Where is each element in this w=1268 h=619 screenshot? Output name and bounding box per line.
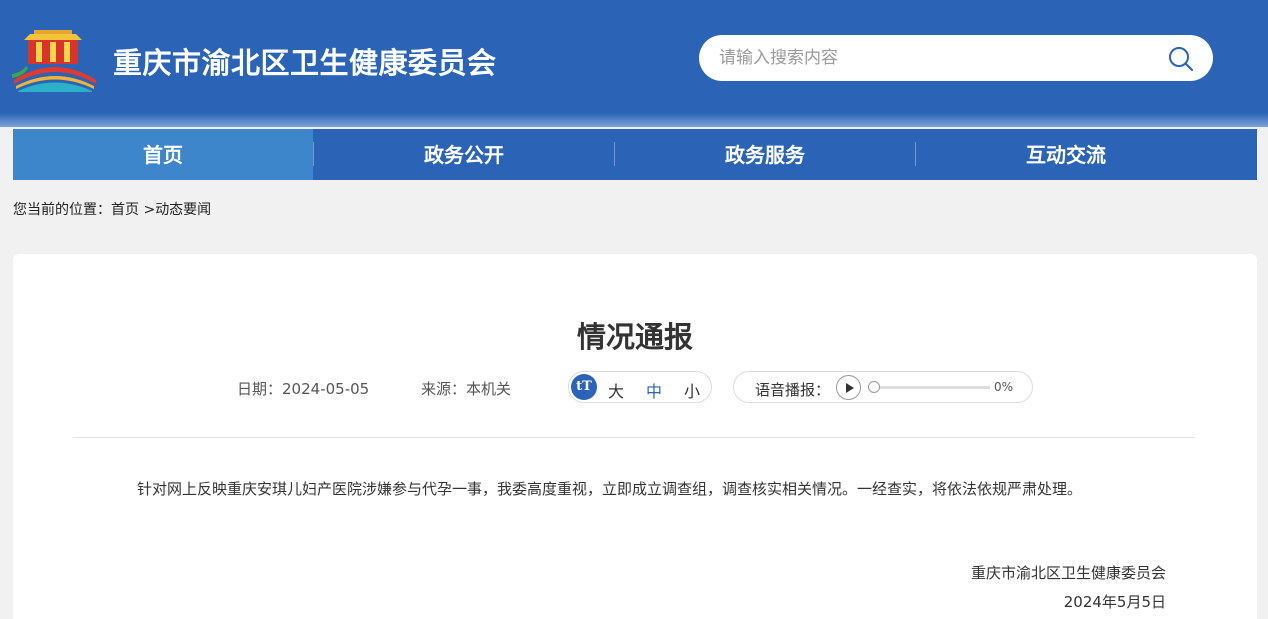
site-logo[interactable] xyxy=(12,24,98,92)
breadcrumb-separator: > xyxy=(139,202,156,218)
site-header: 重庆市渝北区卫生健康委员会 xyxy=(0,0,1268,127)
article-body: 针对网上反映重庆安琪儿妇产医院涉嫌参与代孕一事，我委高度重视，立即成立调查组，调… xyxy=(137,480,1083,498)
search-icon xyxy=(1169,47,1194,72)
audio-player: 语音播报： 0% xyxy=(733,371,1033,403)
article-date: 日期：2024-05-05 xyxy=(237,378,369,399)
source-label: 来源： xyxy=(421,380,467,398)
font-size-small-button[interactable]: 小 xyxy=(684,378,700,402)
main-nav: 首页 政务公开 政务服务 互动交流 xyxy=(13,129,1257,180)
play-icon[interactable] xyxy=(836,375,861,400)
date-value: 2024-05-05 xyxy=(282,380,370,398)
audio-progress-handle[interactable] xyxy=(868,381,880,393)
font-size-medium-button[interactable]: 中 xyxy=(646,378,662,402)
search-input[interactable] xyxy=(719,35,1159,81)
breadcrumb-current-link[interactable]: 动态要闻 xyxy=(155,202,211,218)
article-title: 情况通报 xyxy=(576,320,693,354)
article-card: 情况通报 日期：2024-05-05 来源：本机关 tT 大 中 小 语音播报：… xyxy=(13,254,1257,619)
site-title: 重庆市渝北区卫生健康委员会 xyxy=(113,46,497,80)
search-box xyxy=(699,35,1213,81)
article-source: 来源：本机关 xyxy=(421,378,511,399)
title-divider xyxy=(73,437,1195,438)
source-value: 本机关 xyxy=(466,380,512,398)
signature-organization: 重庆市渝北区卫生健康委员会 xyxy=(970,564,1166,582)
nav-item-government-services[interactable]: 政务服务 xyxy=(615,129,915,180)
signature-date: 2024年5月5日 xyxy=(1063,593,1166,611)
text-size-icon: tT xyxy=(571,374,597,400)
font-size-large-button[interactable]: 大 xyxy=(608,378,624,402)
audio-label: 语音播报： xyxy=(755,381,831,399)
breadcrumb-home-link[interactable]: 首页 xyxy=(111,202,139,218)
audio-progress-text: 0% xyxy=(994,380,1014,394)
nav-item-government-affairs[interactable]: 政务公开 xyxy=(314,129,614,180)
font-size-switcher: tT 大 中 小 xyxy=(568,371,712,403)
date-label: 日期： xyxy=(237,380,283,398)
search-button[interactable] xyxy=(1167,45,1195,73)
breadcrumb-prefix: 您当前的位置： xyxy=(13,202,111,218)
breadcrumb: 您当前的位置：首页 >动态要闻 xyxy=(13,199,211,219)
nav-item-interaction[interactable]: 互动交流 xyxy=(916,129,1216,180)
audio-progress-track[interactable] xyxy=(870,386,990,389)
nav-item-home[interactable]: 首页 xyxy=(13,129,313,180)
